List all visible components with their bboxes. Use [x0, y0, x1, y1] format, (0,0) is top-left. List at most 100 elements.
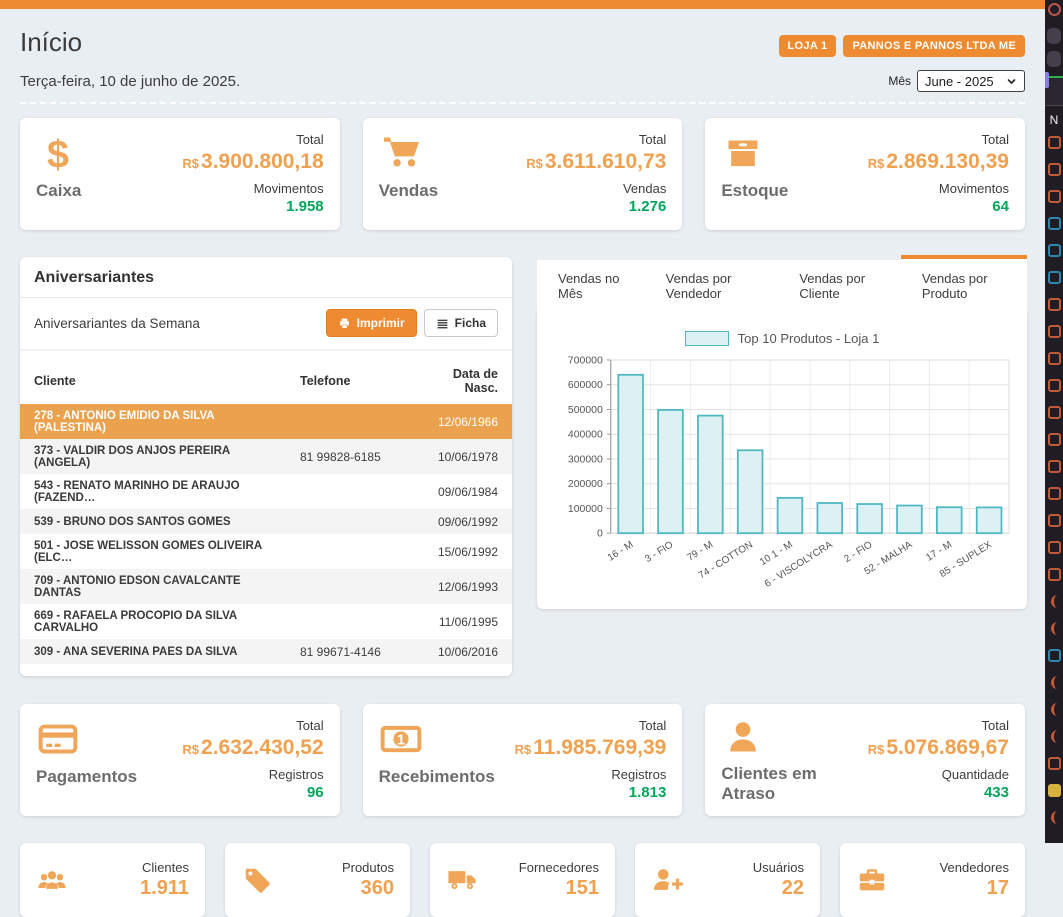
chart-legend: Top 10 Produtos - Loja 1	[549, 331, 1015, 346]
strip-app-icon[interactable]	[1048, 784, 1061, 797]
total-value: R$5.076.869,67	[868, 735, 1009, 761]
sales-tab[interactable]: Vendas por Produto	[901, 255, 1027, 311]
strip-app-icon[interactable]	[1048, 757, 1061, 770]
svg-text:2 - FIO: 2 - FIO	[842, 539, 874, 565]
svg-text:16 - M: 16 - M	[606, 539, 636, 563]
truck-icon	[446, 865, 478, 895]
strip-app-icon[interactable]	[1048, 217, 1061, 230]
store-badge[interactable]: PANNOS E PANNOS LTDA ME	[843, 35, 1025, 57]
sales-panel: Vendas no Mês Vendas por Vendedor Vendas…	[537, 260, 1027, 609]
dollar-icon	[36, 132, 80, 174]
strip-app-icon[interactable]	[1048, 352, 1061, 365]
mini-card-values: Vendedores 17	[940, 860, 1009, 900]
store-badge[interactable]: LOJA 1	[779, 35, 837, 57]
strip-app-icon[interactable]	[1051, 622, 1058, 635]
birthday-row[interactable]: 501 - JOSE WELISSON GOMES OLIVEIRA (ELC……	[20, 534, 512, 569]
stat-card[interactable]: Recebimentos Total R$11.985.769,39 Regis…	[363, 704, 683, 816]
page-title: Início	[20, 27, 82, 58]
strip-app-icon[interactable]	[1048, 649, 1061, 662]
sales-tab[interactable]: Vendas por Vendedor	[645, 260, 779, 311]
currency-prefix: R$	[868, 156, 885, 171]
birthday-row[interactable]: 309 - ANA SEVERINA PAES DA SILVA 81 9967…	[20, 639, 512, 664]
total-value: R$11.985.769,39	[515, 735, 667, 761]
birthday-row[interactable]: 278 - ANTONIO EMIDIO DA SILVA (PALESTINA…	[20, 404, 512, 439]
strip-handle[interactable]	[1045, 72, 1049, 88]
birthday-row[interactable]: 709 - ANTONIO EDSON CAVALCANTE DANTAS 12…	[20, 569, 512, 604]
mini-card[interactable]: Fornecedores 151	[430, 843, 615, 917]
stat-card-values: Total R$2.632.430,52 Registros 96	[182, 718, 323, 804]
strip-app-icon[interactable]	[1048, 244, 1061, 257]
top-stat-cards: Caixa Total R$3.900.800,18 Movimentos 1.…	[20, 118, 1025, 230]
strip-app-icon[interactable]	[1048, 271, 1061, 284]
print-button[interactable]: Imprimir	[326, 309, 417, 337]
strip-app-icon[interactable]	[1048, 433, 1061, 446]
strip-app-icon[interactable]	[1048, 406, 1061, 419]
stat-card-left: Estoque	[721, 132, 788, 218]
mini-card[interactable]: Clientes 1.911	[20, 843, 205, 917]
currency-prefix: R$	[182, 156, 199, 171]
total-amount: 5.076.869,67	[886, 736, 1009, 759]
total-label: Total	[182, 132, 323, 148]
sales-tab[interactable]: Vendas por Cliente	[778, 260, 901, 311]
users-icon	[36, 865, 68, 895]
cell-data-nasc: 15/06/1992	[412, 534, 512, 569]
strip-app-icon[interactable]	[1048, 136, 1061, 149]
strip-app-icon[interactable]	[1051, 595, 1058, 608]
cell-cliente: 543 - RENATO MARINHO DE ARAUJO (FAZEND…	[20, 474, 292, 509]
cell-cliente: 709 - ANTONIO EDSON CAVALCANTE DANTAS	[20, 569, 292, 604]
svg-text:300000: 300000	[568, 454, 603, 465]
strip-app-icon[interactable]	[1048, 541, 1061, 554]
total-amount: 3.611.610,73	[545, 150, 666, 173]
svg-text:500000: 500000	[568, 405, 603, 416]
strip-avatar-icon[interactable]	[1048, 3, 1061, 16]
strip-app-icon[interactable]	[1048, 460, 1061, 473]
stat-card[interactable]: Pagamentos Total R$2.632.430,52 Registro…	[20, 704, 340, 816]
strip-app-icon[interactable]	[1051, 703, 1058, 716]
stat-card[interactable]: Caixa Total R$3.900.800,18 Movimentos 1.…	[20, 118, 340, 230]
mini-card-value: 22	[753, 877, 804, 900]
strip-app-icon[interactable]	[1048, 487, 1061, 500]
birthday-row[interactable]: 539 - BRUNO DOS SANTOS GOMES 09/06/1992	[20, 509, 512, 534]
cell-cliente: 373 - VALDIR DOS ANJOS PEREIRA (ANGELA)	[20, 439, 292, 474]
ficha-button[interactable]: Ficha	[424, 309, 498, 337]
strip-app-icon[interactable]	[1051, 676, 1058, 689]
month-select[interactable]: June - 2025	[917, 70, 1025, 92]
stat-card[interactable]: Estoque Total R$2.869.130,39 Movimentos …	[705, 118, 1025, 230]
strip-app-icon[interactable]	[1048, 325, 1061, 338]
strip-app-icon[interactable]	[1051, 730, 1058, 743]
strip-app-icon[interactable]	[1048, 163, 1061, 176]
strip-app-icon[interactable]	[1048, 568, 1061, 581]
total-amount: 11.985.769,39	[533, 736, 666, 759]
page-header: Início LOJA 1 PANNOS E PANNOS LTDA ME	[20, 23, 1025, 68]
mini-card[interactable]: Vendedores 17	[840, 843, 1025, 917]
total-amount: 3.900.800,18	[201, 150, 324, 173]
cell-data-nasc: 12/06/1993	[412, 569, 512, 604]
cell-telefone	[292, 569, 412, 604]
cell-telefone	[292, 604, 412, 639]
strip-app-icon[interactable]	[1048, 190, 1061, 203]
stat-card-left: Vendas	[379, 132, 439, 218]
stat-card-label: Recebimentos	[379, 767, 495, 787]
svg-text:3 - FIO: 3 - FIO	[643, 539, 675, 565]
strip-app-icon[interactable]	[1048, 298, 1061, 311]
mini-card-value: 360	[342, 877, 394, 900]
birthday-row[interactable]: 669 - RAFAELA PROCOPIO DA SILVA CARVALHO…	[20, 604, 512, 639]
stat-card-label: Vendas	[379, 181, 439, 201]
cell-cliente: 501 - JOSE WELISSON GOMES OLIVEIRA (ELC…	[20, 534, 292, 569]
strip-app-icon[interactable]	[1051, 811, 1058, 824]
list-icon	[436, 317, 449, 330]
strip-app-icon[interactable]	[1048, 379, 1061, 392]
stat-card[interactable]: Clientes em Atraso Total R$5.076.869,67 …	[705, 704, 1025, 816]
birthday-row[interactable]: 543 - RENATO MARINHO DE ARAUJO (FAZEND… …	[20, 474, 512, 509]
mini-card[interactable]: Produtos 360	[225, 843, 410, 917]
strip-button-icon[interactable]	[1047, 51, 1061, 67]
stat-card[interactable]: Vendas Total R$3.611.610,73 Vendas 1.276	[363, 118, 683, 230]
top-accent-bar	[0, 0, 1045, 9]
strip-button-icon[interactable]	[1047, 28, 1061, 44]
tag-icon	[241, 865, 273, 895]
sales-tab[interactable]: Vendas no Mês	[537, 260, 645, 311]
birthday-row[interactable]: 373 - VALDIR DOS ANJOS PEREIRA (ANGELA) …	[20, 439, 512, 474]
mini-card[interactable]: Usuários 22	[635, 843, 820, 917]
strip-app-icon[interactable]	[1048, 514, 1061, 527]
svg-text:600000: 600000	[568, 380, 603, 391]
